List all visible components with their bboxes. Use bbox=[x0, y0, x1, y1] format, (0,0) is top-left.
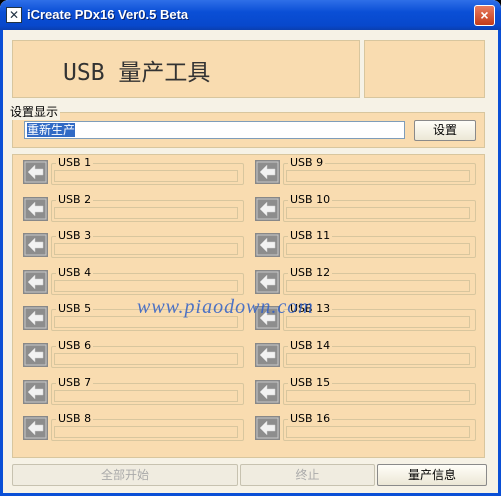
app-window: ✕ iCreate PDx16 Ver0.5 Beta × USB 量产工具 设… bbox=[0, 0, 501, 496]
arrow-left-icon[interactable] bbox=[255, 416, 280, 441]
usb-slot: USB 7 bbox=[23, 375, 244, 405]
usb-slot-progress-bar bbox=[54, 353, 238, 365]
settings-group-legend: 设置显示 bbox=[8, 103, 61, 120]
usb-slot-label: USB 12 bbox=[288, 265, 333, 279]
header-side-panel bbox=[364, 40, 485, 98]
app-icon: ✕ bbox=[6, 7, 22, 23]
usb-slot-label: USB 5 bbox=[56, 302, 94, 316]
usb-slot-label: USB 8 bbox=[56, 412, 94, 426]
arrow-left-icon[interactable] bbox=[255, 343, 280, 367]
usb-slot: USB 15 bbox=[255, 375, 476, 405]
header-panel: USB 量产工具 bbox=[12, 40, 360, 98]
usb-slot-progress-bar bbox=[54, 389, 238, 402]
usb-slot-progress-bar bbox=[54, 279, 238, 292]
arrow-left-icon[interactable] bbox=[23, 233, 48, 258]
usb-slot-label: USB 1 bbox=[56, 156, 94, 169]
arrow-left-icon[interactable] bbox=[23, 343, 48, 367]
page-title: USB 量产工具 bbox=[63, 60, 211, 86]
usb-slot-progress-bar bbox=[286, 206, 470, 219]
usb-slot-label: USB 14 bbox=[288, 339, 333, 352]
usb-slot: USB 1 bbox=[23, 157, 244, 185]
arrow-left-icon[interactable] bbox=[255, 233, 280, 258]
settings-display-value: 重新生产 bbox=[27, 123, 76, 137]
usb-slot-label: USB 15 bbox=[288, 375, 333, 389]
usb-slot-label: USB 4 bbox=[56, 265, 94, 279]
usb-slot: USB 6 bbox=[23, 340, 244, 368]
close-button[interactable]: × bbox=[474, 5, 495, 26]
arrow-left-icon[interactable] bbox=[23, 269, 48, 294]
arrow-left-icon[interactable] bbox=[255, 379, 280, 404]
title-bar[interactable]: ✕ iCreate PDx16 Ver0.5 Beta × bbox=[0, 0, 501, 30]
settings-display-field[interactable]: 重新生产 bbox=[24, 121, 405, 139]
usb-slot-label: USB 10 bbox=[288, 192, 333, 206]
usb-slot-progress-bar bbox=[54, 170, 238, 182]
arrow-left-icon[interactable] bbox=[23, 196, 48, 221]
usb-slot-label: USB 16 bbox=[288, 412, 333, 426]
production-info-button[interactable]: 量产信息 bbox=[377, 464, 487, 486]
arrow-left-icon[interactable] bbox=[23, 160, 48, 184]
arrow-left-icon[interactable] bbox=[23, 379, 48, 404]
usb-slot-progress-bar bbox=[286, 279, 470, 292]
usb-slot-label: USB 3 bbox=[56, 229, 94, 243]
usb-slot: USB 10 bbox=[255, 192, 476, 222]
usb-slot: USB 8 bbox=[23, 412, 244, 442]
arrow-left-icon[interactable] bbox=[23, 416, 48, 441]
usb-slot-progress-bar bbox=[286, 389, 470, 402]
usb-slot: USB 3 bbox=[23, 229, 244, 259]
usb-slot: USB 2 bbox=[23, 192, 244, 222]
usb-slot-progress-bar bbox=[286, 353, 470, 365]
window-title: iCreate PDx16 Ver0.5 Beta bbox=[27, 7, 189, 22]
usb-slot: USB 9 bbox=[255, 157, 476, 185]
usb-slot-progress-bar bbox=[54, 206, 238, 219]
usb-slot-progress-bar bbox=[54, 426, 238, 439]
usb-slot-progress-bar bbox=[286, 426, 470, 439]
arrow-left-icon[interactable] bbox=[255, 160, 280, 184]
usb-slot-label: USB 7 bbox=[56, 375, 94, 389]
usb-slot-label: USB 2 bbox=[56, 192, 94, 206]
usb-slot-label: USB 9 bbox=[288, 156, 326, 169]
usb-slot: USB 14 bbox=[255, 340, 476, 368]
usb-slot-progress-bar bbox=[286, 243, 470, 256]
usb-slot: USB 12 bbox=[255, 265, 476, 295]
watermark-text: www.piaodown.com bbox=[137, 296, 314, 318]
arrow-left-icon[interactable] bbox=[255, 196, 280, 221]
arrow-left-icon[interactable] bbox=[255, 269, 280, 294]
window-frame-left bbox=[0, 30, 3, 496]
settings-button[interactable]: 设置 bbox=[414, 120, 476, 141]
usb-slot-label: USB 11 bbox=[288, 229, 333, 243]
start-all-button[interactable]: 全部开始 bbox=[12, 464, 238, 486]
usb-slot: USB 4 bbox=[23, 265, 244, 295]
stop-button[interactable]: 终止 bbox=[240, 464, 375, 486]
usb-slot-label: USB 6 bbox=[56, 339, 94, 352]
usb-slot-progress-bar bbox=[54, 243, 238, 256]
arrow-left-icon[interactable] bbox=[23, 306, 48, 331]
usb-slot: USB 16 bbox=[255, 412, 476, 442]
usb-slot-progress-bar bbox=[286, 170, 470, 182]
usb-slot: USB 11 bbox=[255, 229, 476, 259]
